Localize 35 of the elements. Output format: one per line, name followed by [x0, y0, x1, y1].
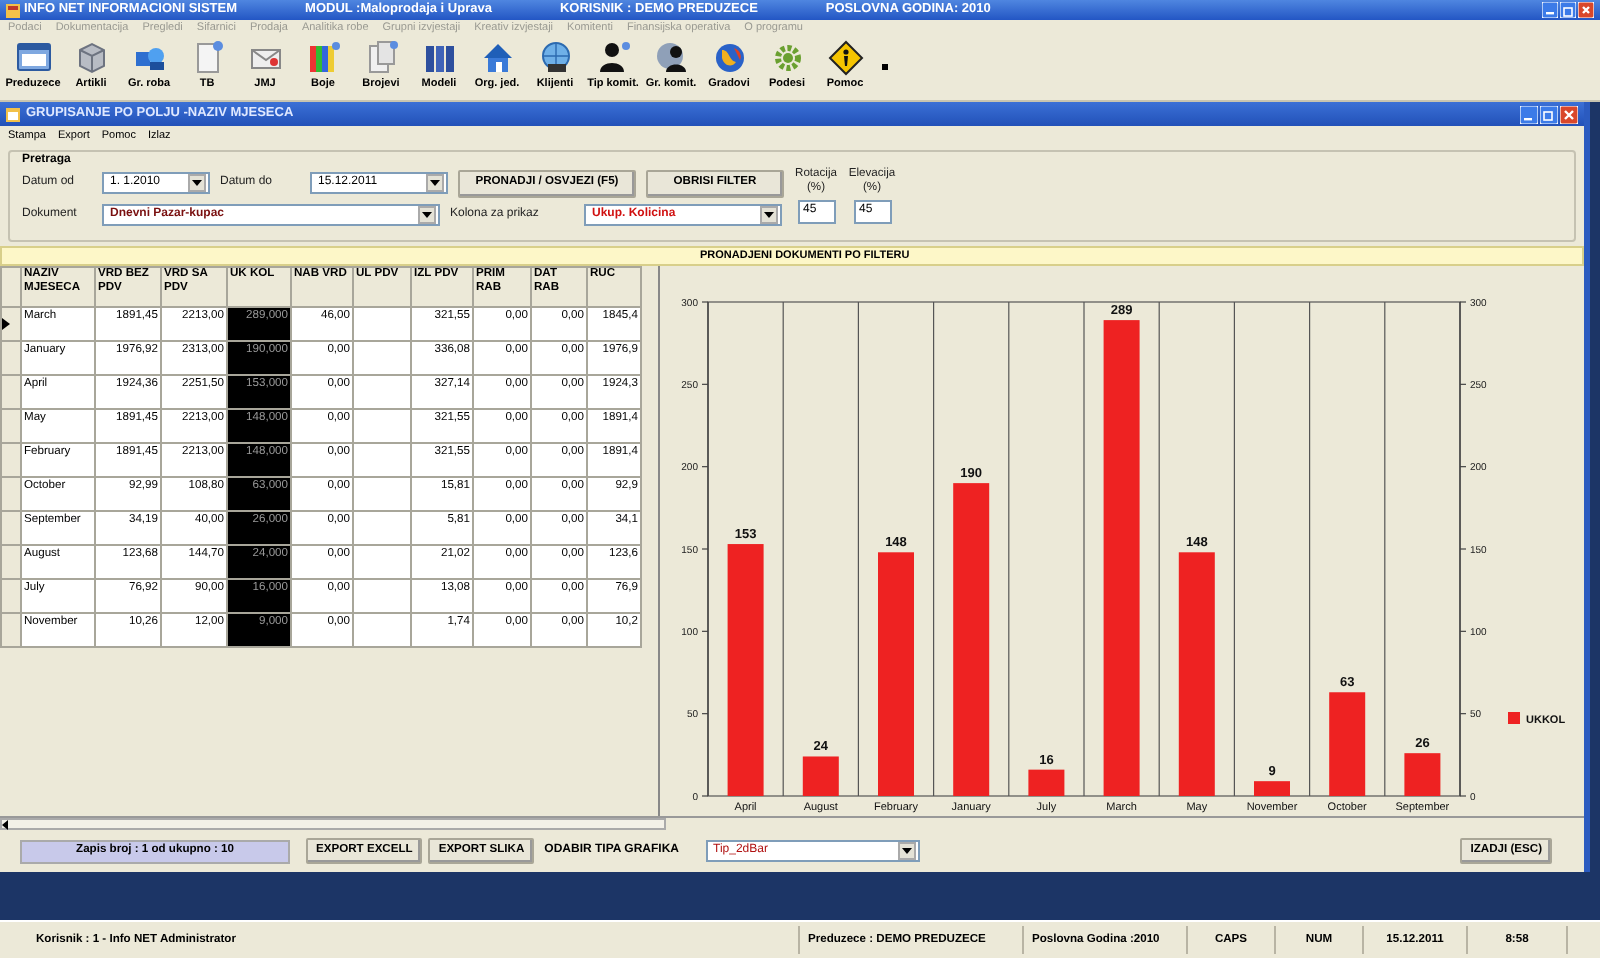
caret-icon	[192, 180, 202, 187]
chart-bar	[1028, 769, 1065, 796]
chart-bar	[802, 756, 839, 796]
row-pointer-icon	[2, 318, 10, 330]
caret-icon	[901, 848, 912, 854]
house-icon	[479, 40, 515, 76]
globe-icon	[537, 40, 573, 76]
restore-icon[interactable]	[1560, 2, 1576, 18]
restore-icon[interactable]	[1540, 105, 1558, 123]
horizontal-scrollbar[interactable]	[0, 818, 666, 830]
chart-bar	[1254, 781, 1290, 796]
chart-bar	[1404, 753, 1441, 796]
more-icon[interactable]	[882, 64, 888, 70]
close-icon[interactable]	[1578, 2, 1594, 18]
caret-icon	[764, 212, 774, 219]
caret-icon	[422, 212, 432, 219]
form-icon	[6, 107, 20, 121]
chart-bar	[1329, 692, 1366, 796]
person-icon	[653, 40, 689, 76]
row-selector[interactable]	[1, 307, 21, 341]
globe-icon	[711, 40, 747, 76]
app-icon	[6, 3, 20, 17]
minimize-icon[interactable]	[1542, 2, 1558, 18]
person-icon	[595, 40, 631, 76]
caret-icon	[430, 180, 440, 187]
close-icon[interactable]	[1560, 105, 1578, 123]
minimize-icon[interactable]	[1520, 105, 1538, 123]
legend-swatch	[1508, 712, 1520, 724]
scroll-left-icon[interactable]	[2, 819, 10, 829]
box-icon	[73, 40, 109, 76]
color-bars-icon	[305, 40, 341, 76]
warning-sign-icon	[827, 40, 863, 76]
window-icon	[15, 40, 51, 76]
gear-icon	[769, 40, 805, 76]
books-icon	[421, 40, 457, 76]
